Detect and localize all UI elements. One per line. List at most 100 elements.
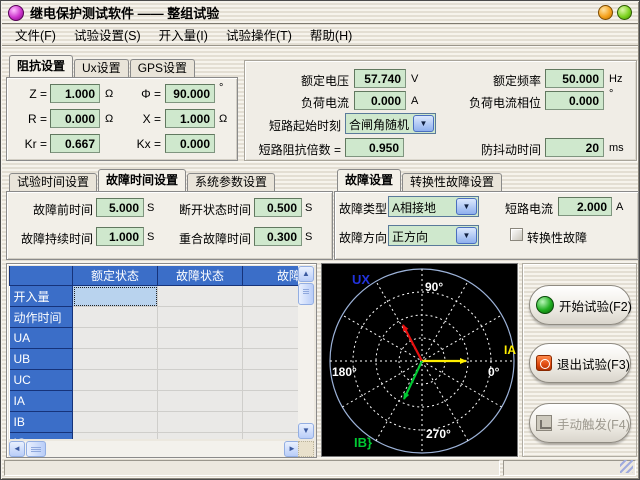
app-icon bbox=[8, 5, 24, 21]
row-header-ic[interactable]: IC bbox=[10, 433, 73, 440]
row-header-ua[interactable]: UA bbox=[10, 328, 73, 349]
app-window: 继电保护测试软件 —— 整组试验 文件(F) 试验设置(S) 开入量(I) 试验… bbox=[0, 0, 640, 480]
impedance-ratio-field[interactable]: 0.950 bbox=[345, 138, 404, 157]
row-header-ib[interactable]: IB bbox=[10, 412, 73, 433]
menu-item-test-operation[interactable]: 试验操作(T) bbox=[217, 23, 301, 46]
tab-fault-settings[interactable]: 故障设置 bbox=[337, 169, 401, 191]
table-cell[interactable] bbox=[158, 433, 243, 440]
table-cell[interactable] bbox=[158, 286, 243, 307]
table-cell[interactable] bbox=[243, 328, 301, 349]
menu-item-inputs[interactable]: 开入量(I) bbox=[150, 23, 217, 46]
table-cell[interactable] bbox=[73, 433, 158, 440]
table-cell[interactable] bbox=[73, 391, 158, 412]
table-cell[interactable] bbox=[243, 391, 301, 412]
tab-convert-fault-settings[interactable]: 转换性故障设置 bbox=[402, 173, 502, 191]
short-start-dropdown-icon[interactable]: ▼ bbox=[413, 115, 434, 132]
load-phase-field[interactable]: 0.000 bbox=[545, 91, 604, 110]
scroll-left-icon[interactable]: ◄ bbox=[9, 441, 25, 457]
table-cell[interactable] bbox=[73, 307, 158, 328]
table-cell[interactable] bbox=[243, 286, 301, 307]
table-cell[interactable] bbox=[243, 370, 301, 391]
menu-item-test-settings[interactable]: 试验设置(S) bbox=[65, 23, 150, 46]
col-header-rated-state[interactable]: 额定状态 bbox=[73, 266, 158, 286]
table-cell[interactable] bbox=[158, 370, 243, 391]
table-row: 开入量 bbox=[10, 286, 301, 307]
table-cell[interactable] bbox=[243, 349, 301, 370]
tab-fault-time[interactable]: 故障时间设置 bbox=[98, 169, 186, 191]
col-header-fault-convert[interactable]: 故障转换 bbox=[243, 266, 301, 286]
short-current-label: 短路电流 bbox=[505, 200, 553, 217]
short-start-combo[interactable]: 合闸角随机 ▼ bbox=[345, 113, 436, 134]
load-phase-label: 负荷电流相位 bbox=[441, 94, 541, 111]
row-header-uc[interactable]: UC bbox=[10, 370, 73, 391]
fault-type-dropdown-icon[interactable]: ▼ bbox=[456, 198, 477, 215]
table-cell[interactable] bbox=[73, 412, 158, 433]
table-cell[interactable] bbox=[73, 370, 158, 391]
phi-field[interactable]: 90.000 bbox=[165, 84, 215, 103]
short-current-field[interactable]: 2.000 bbox=[558, 197, 612, 216]
table-cell[interactable] bbox=[158, 391, 243, 412]
z-field[interactable]: 1.000 bbox=[50, 84, 100, 103]
fault-time-panel: 故障前时间 5.000 S 断开状态时间 0.500 S 故障持续时间 1.00… bbox=[6, 191, 333, 260]
tab-system-params[interactable]: 系统参数设置 bbox=[187, 173, 275, 191]
convert-fault-checkbox[interactable] bbox=[510, 228, 523, 241]
reclose-fault-time-field[interactable]: 0.300 bbox=[254, 227, 302, 246]
prefault-time-label: 故障前时间 bbox=[13, 201, 93, 218]
table-cell[interactable] bbox=[158, 307, 243, 328]
status-bar bbox=[2, 459, 638, 477]
rated-freq-field[interactable]: 50.000 bbox=[545, 69, 604, 88]
action-button-panel: 开始试验(F2) 退出试验(F3) 手动触发(F4) bbox=[522, 263, 637, 457]
table-cell[interactable] bbox=[243, 412, 301, 433]
vertical-scroll-thumb[interactable] bbox=[298, 283, 314, 305]
table-cell[interactable] bbox=[73, 349, 158, 370]
exit-test-label: 退出试验(F3) bbox=[557, 354, 630, 373]
exit-test-button[interactable]: 退出试验(F3) bbox=[529, 343, 631, 383]
close-icon[interactable] bbox=[617, 5, 632, 20]
tab-test-time[interactable]: 试验时间设置 bbox=[9, 173, 97, 191]
tab-gps-settings[interactable]: GPS设置 bbox=[130, 59, 195, 77]
rated-freq-unit: Hz bbox=[609, 73, 622, 85]
vertical-scrollbar[interactable]: ▲ ▼ bbox=[298, 266, 314, 439]
table-cell-selected[interactable] bbox=[73, 286, 158, 307]
table-cell[interactable] bbox=[158, 328, 243, 349]
fault-type-combo[interactable]: A相接地 ▼ bbox=[388, 196, 479, 217]
open-state-time-field[interactable]: 0.500 bbox=[254, 198, 302, 217]
r-field[interactable]: 0.000 bbox=[50, 109, 100, 128]
table-cell[interactable] bbox=[73, 328, 158, 349]
scroll-down-icon[interactable]: ▼ bbox=[298, 423, 314, 439]
horizontal-scroll-thumb[interactable] bbox=[26, 441, 46, 457]
title-bar: 继电保护测试软件 —— 整组试验 bbox=[2, 2, 638, 24]
table-cell[interactable] bbox=[243, 307, 301, 328]
menu-item-help[interactable]: 帮助(H) bbox=[301, 23, 361, 46]
menu-bar: 文件(F) 试验设置(S) 开入量(I) 试验操作(T) 帮助(H) bbox=[2, 24, 638, 46]
manual-trigger-button[interactable]: 手动触发(F4) bbox=[529, 403, 631, 443]
tab-ux-settings[interactable]: Ux设置 bbox=[74, 59, 129, 77]
tab-impedance-settings[interactable]: 阻抗设置 bbox=[9, 55, 73, 77]
row-header-action-time[interactable]: 动作时间 bbox=[10, 307, 73, 328]
row-header-ub[interactable]: UB bbox=[10, 349, 73, 370]
menu-item-file[interactable]: 文件(F) bbox=[6, 23, 65, 46]
kr-field[interactable]: 0.667 bbox=[50, 134, 100, 153]
debounce-field[interactable]: 20 bbox=[545, 138, 604, 157]
resize-grip[interactable] bbox=[620, 460, 633, 473]
col-header-fault-state[interactable]: 故障状态 bbox=[158, 266, 243, 286]
rated-voltage-unit: V bbox=[411, 73, 418, 85]
table-cell[interactable] bbox=[243, 433, 301, 440]
table-cell[interactable] bbox=[158, 349, 243, 370]
table-cell[interactable] bbox=[158, 412, 243, 433]
rated-voltage-field[interactable]: 57.740 bbox=[354, 69, 406, 88]
row-header-ia[interactable]: IA bbox=[10, 391, 73, 412]
minimize-icon[interactable] bbox=[598, 5, 613, 20]
fault-direction-combo[interactable]: 正方向 ▼ bbox=[388, 225, 479, 246]
row-header-inputs[interactable]: 开入量 bbox=[10, 286, 73, 307]
prefault-time-field[interactable]: 5.000 bbox=[96, 198, 144, 217]
horizontal-scrollbar[interactable]: ◄ ► bbox=[9, 441, 300, 457]
x-field[interactable]: 1.000 bbox=[165, 109, 215, 128]
table-row: UC bbox=[10, 370, 301, 391]
start-test-button[interactable]: 开始试验(F2) bbox=[529, 285, 631, 325]
kx-field[interactable]: 0.000 bbox=[165, 134, 215, 153]
scroll-up-icon[interactable]: ▲ bbox=[298, 266, 314, 282]
load-current-field[interactable]: 0.000 bbox=[354, 91, 406, 110]
fault-direction-dropdown-icon[interactable]: ▼ bbox=[456, 227, 477, 244]
fault-duration-field[interactable]: 1.000 bbox=[96, 227, 144, 246]
